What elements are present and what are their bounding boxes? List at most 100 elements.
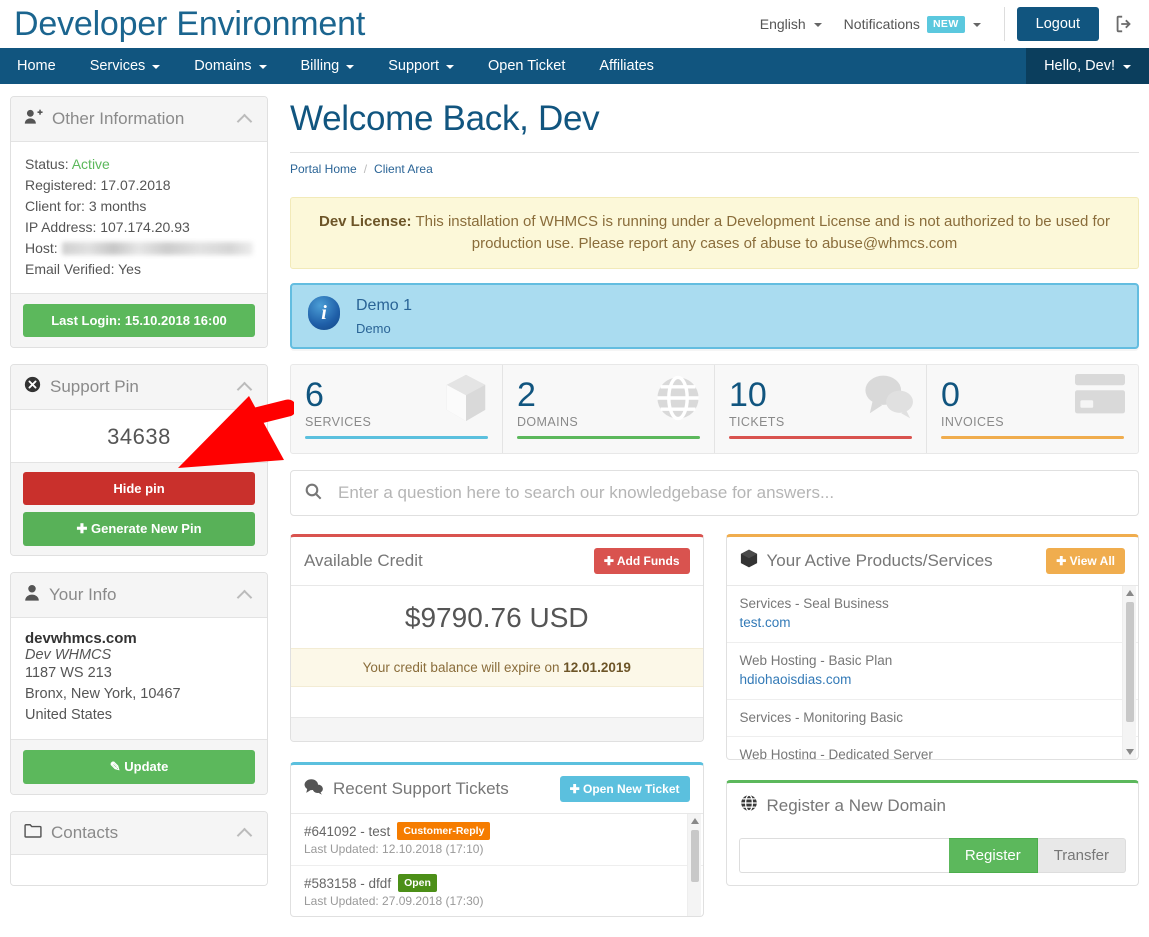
view-all-products-button[interactable]: ✚ View All bbox=[1046, 548, 1125, 574]
list-item[interactable]: Services - Monitoring Basic bbox=[726, 700, 1138, 737]
nav-item-billing[interactable]: Billing bbox=[284, 48, 372, 84]
list-item[interactable]: Web Hosting - Dedicated Server adoisadia… bbox=[727, 737, 1139, 759]
announcement-alert[interactable]: i Demo 1 Demo bbox=[290, 283, 1139, 349]
account-city-state-zip: Bronx, New York, 10467 bbox=[25, 686, 181, 702]
stat-underline bbox=[517, 436, 700, 439]
panel-header-your-info[interactable]: Your Info bbox=[11, 573, 267, 618]
panel-support-pin: Support Pin 34638 Hide pin ✚ Generate Ne… bbox=[10, 364, 268, 556]
nav-item-domains[interactable]: Domains bbox=[177, 48, 283, 84]
scrollbar-thumb[interactable] bbox=[1126, 602, 1134, 722]
notifications-menu[interactable]: Notifications NEW bbox=[833, 15, 992, 33]
ticket-updated: Last Updated: 27.09.2018 (17:30) bbox=[304, 894, 484, 908]
user-menu-label: Hello, Dev! bbox=[1044, 58, 1115, 74]
list-item[interactable]: #641092 - test Customer-Reply Last Updat… bbox=[291, 814, 703, 866]
panel-header-other-information[interactable]: Other Information bbox=[11, 97, 267, 142]
panel-header-support-pin[interactable]: Support Pin bbox=[11, 365, 267, 410]
nav-item-open-ticket[interactable]: Open Ticket bbox=[471, 48, 582, 84]
ip-address-value: 107.174.20.93 bbox=[100, 219, 190, 235]
site-brand: Developer Environment bbox=[14, 5, 366, 43]
comments-icon bbox=[304, 778, 324, 800]
plus-icon: ✚ bbox=[603, 554, 614, 568]
domain-input[interactable] bbox=[738, 838, 949, 873]
registered-label: Registered: bbox=[25, 177, 97, 193]
announcement-body: Demo 1 Demo bbox=[356, 296, 412, 336]
chevron-up-icon[interactable] bbox=[236, 589, 253, 605]
language-selector[interactable]: English bbox=[749, 16, 833, 32]
scrollbar-thumb[interactable] bbox=[690, 830, 699, 882]
chevron-down-icon bbox=[152, 65, 161, 69]
stat-card-services[interactable]: 6 SERVICES bbox=[291, 365, 503, 453]
sign-out-icon[interactable] bbox=[1113, 13, 1135, 35]
nav-item-affiliates[interactable]: Affiliates bbox=[582, 48, 671, 84]
header-right-tools: English Notifications NEW Logout bbox=[749, 0, 1135, 48]
panel-footer-support-pin: Hide pin ✚ Generate New Pin bbox=[11, 462, 267, 555]
nav-item-services[interactable]: Services bbox=[73, 48, 178, 84]
registered-value: 17.07.2018 bbox=[100, 177, 171, 193]
update-info-label: Update bbox=[124, 759, 169, 774]
dev-license-text: This installation of WHMCS is running un… bbox=[415, 213, 1110, 252]
list-item[interactable]: Web Hosting - Basic Plan hdiohaoisdias.c… bbox=[726, 643, 1138, 700]
scroll-up-arrow-icon[interactable] bbox=[690, 818, 699, 824]
hide-pin-button[interactable]: Hide pin bbox=[23, 472, 255, 505]
chevron-down-icon bbox=[258, 65, 267, 69]
add-funds-button[interactable]: ✚ Add Funds bbox=[593, 548, 690, 574]
scrollbar[interactable] bbox=[1122, 586, 1136, 759]
product-domain[interactable]: test.com bbox=[740, 613, 1126, 633]
nav-item-support[interactable]: Support bbox=[371, 48, 471, 84]
chevron-up-icon[interactable] bbox=[236, 381, 253, 397]
scrollbar[interactable] bbox=[686, 814, 701, 916]
stats-row: 6 SERVICES 2 DOMAINS 10 TICKETS 0 INVOIC… bbox=[290, 364, 1139, 454]
list-item[interactable]: #583158 - dfdf Open Last Updated: 27.09.… bbox=[291, 866, 703, 916]
ip-address-row: IP Address: 107.174.20.93 bbox=[25, 217, 253, 238]
ticket-title: #641092 - test bbox=[304, 823, 391, 839]
email-verified-value: Yes bbox=[118, 261, 141, 277]
last-login-button[interactable]: Last Login: 15.10.2018 16:00 bbox=[23, 304, 255, 337]
stat-card-tickets[interactable]: 10 TICKETS bbox=[715, 365, 927, 453]
open-new-ticket-button[interactable]: ✚ Open New Ticket bbox=[559, 776, 690, 802]
credit-card-icon bbox=[1074, 373, 1126, 418]
breadcrumb-item-client-area[interactable]: Client Area bbox=[374, 162, 433, 176]
times-circle-icon bbox=[24, 376, 41, 398]
title-divider bbox=[290, 152, 1139, 153]
domain-search-row: Register Transfer bbox=[727, 828, 1139, 885]
folder-icon bbox=[24, 823, 42, 843]
status-badge: Active bbox=[71, 156, 110, 172]
credit-blank-area bbox=[291, 687, 703, 717]
product-domain[interactable]: hdiohaoisdias.com bbox=[740, 670, 1126, 690]
widget-available-credit: Available Credit ✚ Add Funds $9790.76 US… bbox=[290, 534, 704, 742]
chevron-down-icon bbox=[346, 65, 355, 69]
panel-footer-your-info: ✎ Update bbox=[11, 739, 267, 794]
stat-card-domains[interactable]: 2 DOMAINS bbox=[503, 365, 715, 453]
support-pin-value: 34638 bbox=[107, 424, 171, 449]
support-tickets-list[interactable]: #641092 - test Customer-Reply Last Updat… bbox=[291, 814, 703, 916]
widget-header-active-products: Your Active Products/Services ✚ View All bbox=[726, 537, 1138, 586]
logout-button[interactable]: Logout bbox=[1016, 7, 1099, 41]
domain-register-tab[interactable]: Register bbox=[948, 838, 1038, 873]
view-all-label: View All bbox=[1069, 554, 1115, 568]
search-input[interactable] bbox=[336, 482, 1124, 504]
list-item[interactable]: Services - Seal Business test.com bbox=[726, 586, 1138, 643]
ip-address-label: IP Address: bbox=[25, 219, 97, 235]
user-icon bbox=[24, 584, 40, 606]
chevron-up-icon[interactable] bbox=[236, 113, 253, 129]
host-label: Host: bbox=[25, 240, 58, 256]
update-info-button[interactable]: ✎ Update bbox=[23, 750, 255, 784]
active-products-list[interactable]: Services - Seal Business test.com Web Ho… bbox=[726, 586, 1139, 759]
scroll-down-arrow-icon[interactable] bbox=[1126, 749, 1134, 755]
scroll-up-arrow-icon[interactable] bbox=[1126, 590, 1134, 596]
breadcrumb-item-portal-home[interactable]: Portal Home bbox=[290, 162, 357, 176]
domain-transfer-tab[interactable]: Transfer bbox=[1037, 838, 1126, 873]
chevron-up-icon[interactable] bbox=[236, 827, 253, 843]
user-menu[interactable]: Hello, Dev! bbox=[1026, 48, 1149, 84]
panel-your-info: Your Info devwhmcs.com Dev WHMCS 1187 WS… bbox=[10, 572, 268, 795]
stat-card-invoices[interactable]: 0 INVOICES bbox=[927, 365, 1138, 453]
announcement-title[interactable]: Demo 1 bbox=[356, 296, 412, 316]
comments-icon bbox=[864, 373, 914, 422]
generate-new-pin-button[interactable]: ✚ Generate New Pin bbox=[23, 512, 255, 546]
widget-active-products: Your Active Products/Services ✚ View All… bbox=[725, 534, 1139, 760]
knowledgebase-search[interactable] bbox=[290, 470, 1139, 516]
add-funds-label: Add Funds bbox=[616, 554, 680, 568]
panel-header-contacts[interactable]: Contacts bbox=[11, 812, 267, 855]
notifications-label: Notifications bbox=[843, 16, 920, 32]
nav-item-home[interactable]: Home bbox=[0, 48, 73, 84]
